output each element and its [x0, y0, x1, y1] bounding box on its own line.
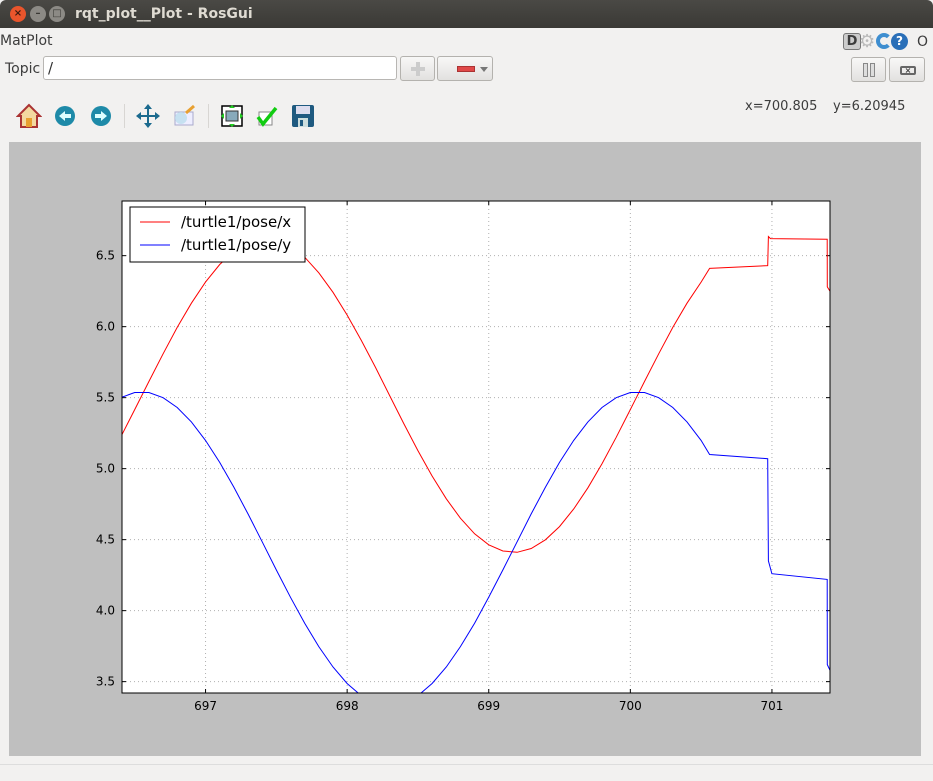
coord-x-readout: x=700.805 — [745, 99, 818, 114]
legend: /turtle1/pose/x/turtle1/pose/y — [129, 206, 306, 263]
remove-topic-dropdown[interactable] — [437, 56, 493, 81]
save-icon[interactable] — [290, 103, 316, 129]
coord-y-readout: y=6.20945 — [833, 99, 906, 114]
home-icon[interactable] — [16, 103, 42, 129]
toolbar-separator — [208, 104, 209, 128]
plus-icon — [411, 62, 425, 76]
plugin-title: MatPlot — [0, 33, 53, 49]
title-bar: × – □ rqt_plot__Plot - RosGui — [0, 0, 933, 28]
chart[interactable]: 697 698 699 700 701 3.5 4.0 4.5 5.0 5.5 6.0 6.5/tur… — [9, 142, 921, 756]
y-tick-label: 3.5 — [96, 675, 115, 689]
window-title: rqt_plot__Plot - RosGui — [75, 6, 253, 22]
configure-subplots-icon[interactable] — [219, 103, 245, 129]
plot-area — [122, 201, 830, 693]
minimize-window-button[interactable]: – — [30, 6, 46, 22]
y-tick-label: 5.5 — [96, 391, 115, 405]
pause-icon — [863, 63, 868, 77]
x-tick-label: 701 — [760, 699, 783, 713]
topic-label: Topic — [5, 61, 41, 77]
pause-button[interactable] — [851, 57, 886, 82]
plot-canvas[interactable]: 697 698 699 700 701 3.5 4.0 4.5 5.0 5.5 6.0 6.5/tur… — [9, 142, 921, 756]
y-tick-label: 4.5 — [96, 533, 115, 547]
reload-icon[interactable] — [876, 33, 892, 49]
forward-icon[interactable] — [88, 103, 114, 129]
x-tick-label: 700 — [619, 699, 642, 713]
edit-axis-check-icon[interactable] — [254, 103, 280, 129]
toolbar-separator — [124, 104, 125, 128]
x-tick-label: 698 — [336, 699, 359, 713]
pause-icon-bar — [870, 63, 875, 77]
help-icon[interactable]: ? — [891, 33, 908, 50]
y-tick-label: 5.0 — [96, 462, 115, 476]
zoom-rect-icon[interactable] — [171, 103, 197, 129]
y-tick-label: 6.5 — [96, 249, 115, 263]
close-plugin-button[interactable]: O — [917, 34, 928, 50]
y-tick-label: 4.0 — [96, 604, 115, 618]
topic-input[interactable] — [43, 56, 397, 80]
add-topic-button[interactable] — [400, 56, 435, 81]
gear-icon[interactable]: ⚙ — [859, 31, 875, 52]
maximize-window-button[interactable]: □ — [49, 6, 65, 22]
y-tick-label: 6.0 — [96, 320, 115, 334]
close-window-button[interactable]: × — [10, 6, 26, 22]
x-tick-label: 697 — [194, 699, 217, 713]
pan-icon[interactable] — [135, 103, 161, 129]
clear-button[interactable]: × — [889, 57, 925, 82]
back-icon[interactable] — [52, 103, 78, 129]
chevron-down-icon — [480, 67, 488, 76]
status-bar — [0, 764, 933, 781]
legend-label: /turtle1/pose/x — [181, 213, 291, 231]
x-tick-label: 699 — [477, 699, 500, 713]
legend-label: /turtle1/pose/y — [181, 236, 291, 254]
minus-icon — [457, 66, 475, 72]
backspace-icon: × — [900, 66, 916, 75]
